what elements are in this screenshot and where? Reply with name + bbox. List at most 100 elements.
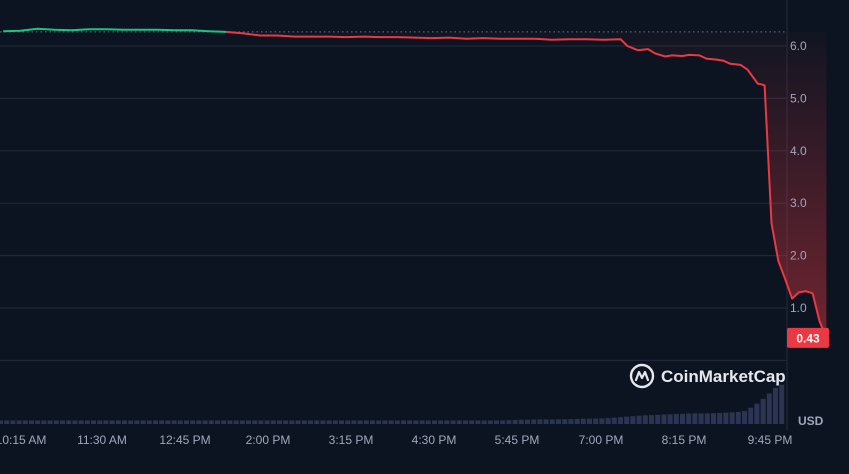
volume-bar [444, 420, 450, 424]
volume-bar [370, 420, 375, 424]
volume-bar [494, 420, 499, 424]
volume-bar [283, 420, 289, 424]
volume-bar [134, 420, 140, 424]
volume-bar [611, 417, 617, 424]
y-tick-label: 3.0 [790, 196, 807, 210]
y-tick-label: 1.0 [790, 301, 807, 315]
volume-bar [78, 420, 84, 424]
volume-bar [60, 420, 65, 424]
volume-bar [438, 420, 444, 424]
volume-bar [277, 420, 282, 424]
volume-bar [624, 416, 630, 424]
y-tick-label: 5.0 [790, 91, 807, 105]
volume-bar [518, 419, 524, 424]
volume-bar [407, 420, 413, 424]
x-tick-label: 3:15 PM [329, 433, 374, 447]
volume-bar [388, 420, 394, 424]
volume-bar [202, 420, 208, 424]
volume-bar [239, 420, 245, 424]
volume-bar [29, 420, 34, 424]
volume-bar [717, 412, 723, 424]
volume-bar [556, 419, 561, 424]
volume-bar [320, 420, 326, 424]
volume-bar [487, 420, 493, 424]
watermark: CoinMarketCap [629, 363, 786, 389]
volume-bar [171, 420, 177, 424]
x-axis: 10:15 AM 11:30 AM 12:45 PM 2:00 PM 3:15 PM 4:… [0, 433, 792, 447]
volume-bar [723, 412, 729, 424]
current-price-label: 0.43 [796, 331, 820, 345]
y-tick-label: 6.0 [790, 39, 807, 53]
volume-bar [425, 420, 431, 424]
price-area-down [226, 31, 827, 338]
volume-bar [680, 413, 685, 424]
volume-bar [146, 420, 152, 424]
volume-bar [326, 420, 332, 424]
volume-bar [729, 412, 735, 424]
volume-bar [506, 420, 512, 424]
price-lines [3, 27, 828, 339]
volume-bar [0, 420, 3, 424]
volume-bar [258, 420, 264, 424]
volume-bar [382, 420, 388, 424]
volume-bar [332, 420, 338, 424]
volume-bar [531, 419, 537, 424]
x-tick-label: 7:00 PM [579, 433, 624, 447]
volume-bar [432, 420, 437, 424]
volume-bar [196, 420, 202, 424]
volume-bar [760, 398, 766, 424]
volume-bar [593, 418, 599, 424]
volume-bar [10, 420, 16, 424]
volume-bar [227, 420, 233, 424]
volume-bar [587, 418, 592, 424]
volume-bar [394, 420, 400, 424]
x-tick-label: 5:45 PM [495, 433, 540, 447]
volume-bar [190, 420, 196, 424]
volume-bar [463, 420, 468, 424]
volume-bar [153, 420, 158, 424]
volume-bar [4, 420, 10, 424]
volume-bar [97, 420, 103, 424]
unit-label: USD [798, 414, 824, 428]
price-area [226, 31, 827, 338]
volume-bar [363, 420, 369, 424]
volume-bar [53, 420, 59, 424]
volume-bar [642, 415, 648, 424]
x-tick-label: 9:45 PM [748, 433, 793, 447]
volume-bar [779, 384, 785, 424]
volume-bar [500, 420, 506, 424]
volume-bar [735, 411, 741, 424]
volume-bar [649, 415, 654, 424]
volume-bar [308, 420, 313, 424]
volume-bar [314, 420, 320, 424]
volume-bar [599, 418, 605, 424]
volume-bar [357, 420, 363, 424]
volume-bar [711, 413, 716, 424]
volume-bar [543, 419, 549, 424]
volume-bar [295, 420, 301, 424]
volume-bar [233, 420, 239, 424]
volume-bar [481, 420, 487, 424]
volume-bar [766, 393, 772, 424]
y-tick-label: 4.0 [790, 144, 807, 158]
volume-bar [177, 420, 183, 424]
volume-bar [208, 420, 214, 424]
gridlines [0, 0, 788, 430]
x-tick-label: 12:45 PM [159, 433, 210, 447]
volume-bar [289, 420, 295, 424]
volume-bar [525, 419, 530, 424]
volume-bar [339, 420, 344, 424]
volume-bar [667, 414, 673, 424]
volume-bar [580, 418, 586, 424]
volume-bar [419, 420, 425, 424]
volume-bar [773, 387, 778, 424]
current-price-badge: 0.43 [787, 327, 829, 348]
volume-bar [246, 420, 251, 424]
volume-bar [413, 420, 419, 424]
volume-bar [574, 418, 580, 424]
price-chart[interactable]: 1.0 2.0 3.0 4.0 5.0 6.0 10:15 AM 11:30 AM 12:45… [0, 0, 849, 474]
volume-bar [605, 418, 611, 424]
volume-bar [742, 410, 747, 424]
volume-bar [128, 420, 134, 424]
x-tick-label: 10:15 AM [0, 433, 46, 447]
